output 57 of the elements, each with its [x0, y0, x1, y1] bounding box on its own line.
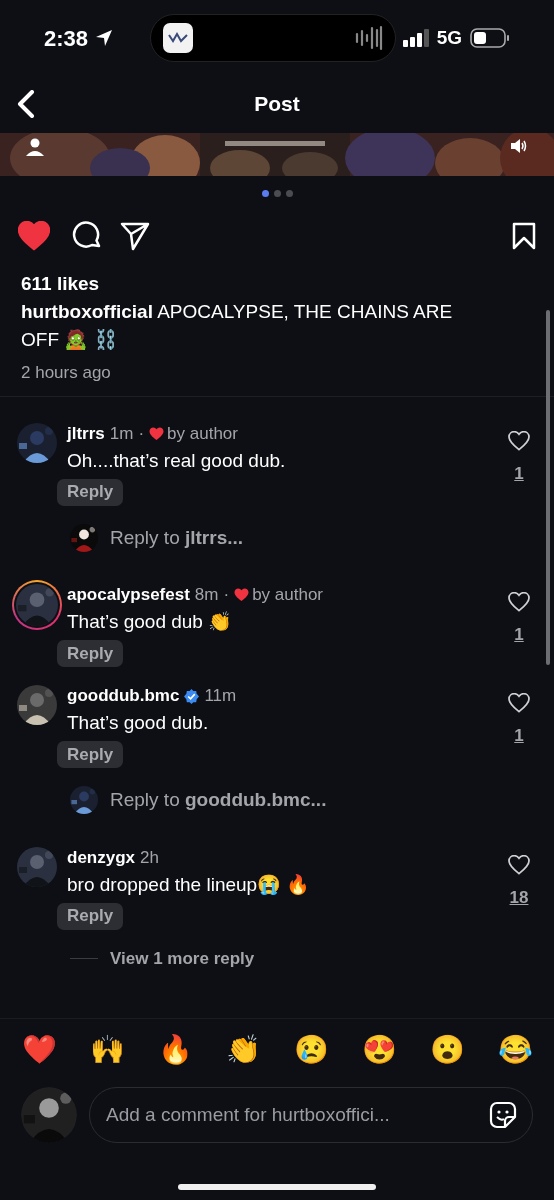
heart-icon — [149, 426, 165, 441]
sticker-icon[interactable] — [489, 1101, 517, 1129]
heart-icon — [234, 588, 250, 602]
emoji-reaction[interactable]: 😢 — [294, 1033, 328, 1067]
author-like-label: by author — [167, 422, 238, 445]
reply-button[interactable]: Reply — [57, 902, 124, 930]
reply-button[interactable]: Reply — [57, 640, 124, 667]
comment-time: 11m — [204, 685, 237, 707]
separator-dot: · — [138, 422, 145, 445]
comment-time: 1m — [109, 422, 134, 445]
comment-text: Oh....that’s real good dub. — [67, 448, 287, 473]
comment-text: That’s good dub. — [67, 711, 210, 735]
location-arrow-icon — [94, 28, 115, 48]
emoji-reaction[interactable]: 👏 — [226, 1033, 260, 1067]
emoji-reaction[interactable]: ❤ — [22, 1033, 56, 1067]
comment-field[interactable]: Add a comment for hurtboxoffici... — [89, 1087, 533, 1143]
reply-button[interactable]: Reply — [57, 478, 124, 506]
emoji-reaction[interactable]: 😂 — [498, 1033, 532, 1067]
username[interactable]: jltrrs — [67, 422, 105, 445]
separator-dot: · — [223, 584, 230, 606]
username[interactable]: denzygx — [67, 846, 136, 869]
author-like-label: by author — [252, 584, 324, 606]
page-title: Post — [254, 91, 300, 118]
emoji-reaction[interactable]: 🔥 — [158, 1033, 192, 1067]
like-count-link[interactable]: 1 — [514, 622, 524, 648]
username[interactable]: apocalypsefest — [67, 584, 190, 606]
sound-icon[interactable] — [510, 137, 528, 155]
status-time: 2:38 — [44, 24, 89, 53]
reply-prompt[interactable]: Reply to jltrrs... — [110, 523, 244, 552]
user-tag-icon[interactable] — [24, 137, 46, 157]
share-icon[interactable] — [120, 221, 150, 251]
bookmark-icon[interactable] — [512, 222, 536, 250]
emoji-reaction[interactable]: 😮 — [430, 1033, 464, 1067]
post-caption: hurtboxofficial APOCALYPSE, THE CHAINS ARE OFF 🧟 ⛓ — [21, 300, 454, 352]
comment-time: 2h — [140, 846, 159, 869]
post-time: 2 hours ago — [21, 362, 112, 384]
view-replies-link[interactable]: View 1 more reply — [110, 945, 255, 971]
comment-icon[interactable] — [72, 221, 102, 251]
like-count-link[interactable]: 18 — [509, 884, 529, 910]
comment-time: 8m — [194, 584, 219, 606]
app-icon — [163, 23, 194, 53]
username[interactable]: gooddub.bmc — [67, 685, 180, 707]
emoji-reaction[interactable]: 😍 — [362, 1033, 396, 1067]
reply-button[interactable]: Reply — [57, 741, 124, 768]
story-ring[interactable] — [12, 580, 62, 630]
back-icon[interactable] — [16, 90, 36, 118]
emoji-reaction[interactable]: 🙌 — [90, 1033, 124, 1067]
comment-text: That’s good dub 👏 — [67, 610, 234, 634]
reply-prompt[interactable]: Reply to gooddub.bmc... — [110, 786, 327, 815]
network-label: 5G — [436, 25, 462, 50]
like-count-link[interactable]: 1 — [514, 723, 524, 749]
like-count-link[interactable]: 1 — [514, 460, 524, 486]
battery-icon — [470, 28, 510, 48]
audio-wave-icon — [355, 25, 384, 51]
likes-count: 611 likes — [21, 272, 101, 296]
signal-icon — [402, 29, 429, 47]
comment-text: bro dropped the lineup😭 🔥 — [67, 872, 312, 897]
